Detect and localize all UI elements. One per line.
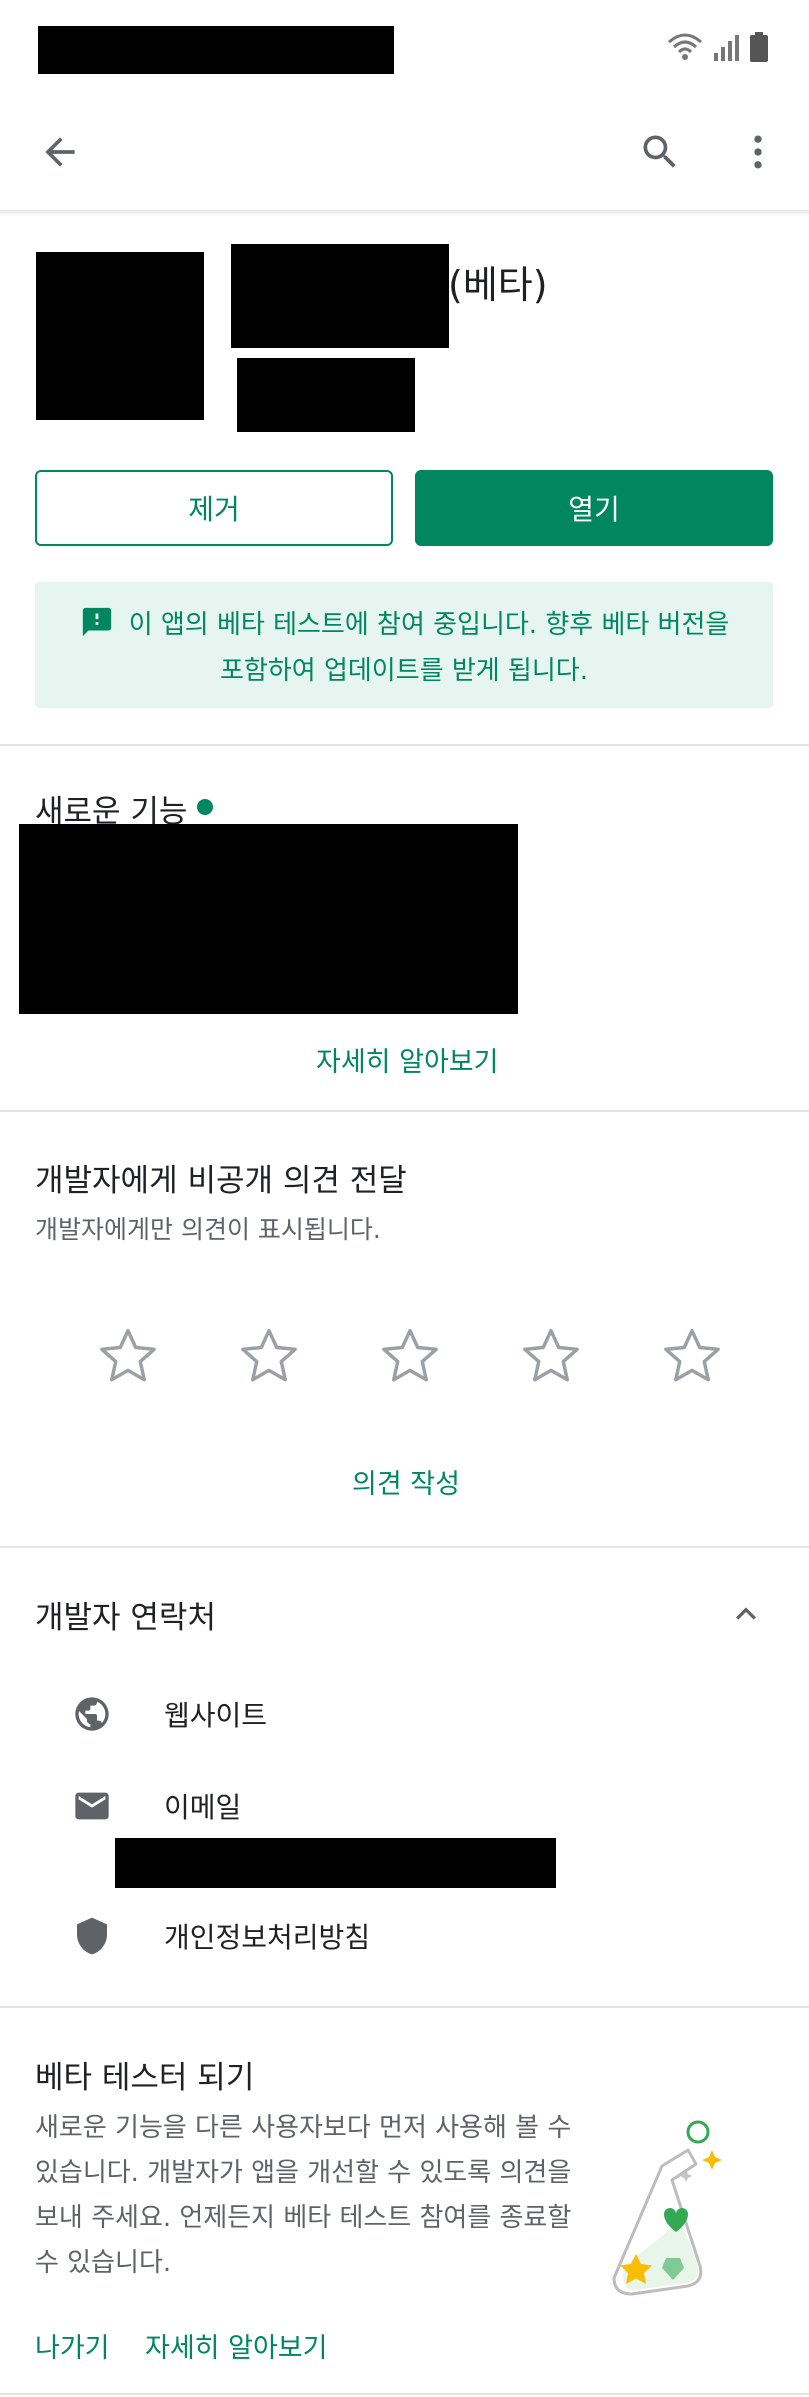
beta-banner-line2: 포함하여 업데이트를 받게 됩니다. [220,656,588,686]
star-outline-icon [664,1328,720,1382]
divider [0,2006,809,2008]
divider [0,2393,809,2395]
write-feedback-link[interactable]: 의견 작성 [352,1462,460,1501]
divider [0,744,809,746]
beta-participation-banner: 이 앱의 베타 테스트에 참여 중입니다. 향후 베타 버전을 포함하여 업데이… [35,582,773,708]
status-icons [667,32,769,66]
beta-learn-more-link[interactable]: 자세히 알아보기 [145,2326,327,2365]
shield-icon [70,1914,114,1958]
email-address-redacted [115,1838,556,1888]
contact-email-item[interactable]: 이메일 [70,1778,241,1834]
more-vert-icon [754,135,762,169]
leave-beta-link[interactable]: 나가기 [35,2326,110,2365]
star-rating[interactable] [90,1318,730,1394]
toolbar-shadow [0,210,809,216]
remove-button[interactable]: 제거 [35,470,393,546]
whats-new-learn-more-link[interactable]: 자세히 알아보기 [316,1040,498,1079]
developer-name-redacted [237,358,415,432]
status-bar-redacted [38,26,394,74]
collapse-section-button[interactable] [722,1590,770,1638]
divider [0,1546,809,1548]
star-3-button[interactable] [372,1318,448,1394]
app-title-redacted [231,244,449,348]
mail-icon [70,1784,114,1828]
contact-website-item[interactable]: 웹사이트 [70,1686,267,1742]
star-outline-icon [382,1328,438,1382]
star-1-button[interactable] [90,1318,166,1394]
more-options-button[interactable] [730,124,786,180]
beta-banner-line1: 이 앱의 베타 테스트에 참여 중입니다. 향후 베타 버전을 [128,610,730,640]
divider [0,1110,809,1112]
back-button[interactable] [32,124,88,180]
star-2-button[interactable] [231,1318,307,1394]
feedback-title: 개발자에게 비공개 의견 전달 [35,1163,407,1199]
feedback-subtitle: 개발자에게만 의견이 표시됩니다. [35,1215,381,1244]
beta-flask-illustration [604,2116,734,2306]
star-5-button[interactable] [654,1318,730,1394]
beta-tester-description: 새로운 기능을 다른 사용자보다 먼저 사용해 볼 수 있습니다. 개발자가 앱… [35,2113,572,2278]
beta-tester-title: 베타 테스터 되기 [35,2060,255,2096]
star-outline-icon [523,1328,579,1382]
contact-website-label: 웹사이트 [164,1699,268,1732]
feedback-icon [79,605,115,639]
star-4-button[interactable] [513,1318,589,1394]
developer-contact-title: 개발자 연락처 [35,1600,216,1636]
new-indicator-dot [197,799,213,815]
battery-icon [749,32,769,66]
toolbar [0,96,809,212]
contact-privacy-policy-label: 개인정보처리방침 [164,1921,371,1954]
open-button[interactable]: 열기 [415,470,773,546]
signal-icon [713,33,739,65]
chevron-up-icon [736,1607,756,1620]
arrow-back-icon [45,137,75,167]
globe-icon [70,1692,114,1736]
wifi-icon [667,32,703,66]
star-outline-icon [100,1328,156,1382]
contact-privacy-policy-item[interactable]: 개인정보처리방침 [70,1908,370,1964]
search-button[interactable] [632,124,688,180]
star-outline-icon [241,1328,297,1382]
app-icon-redacted [36,252,204,420]
beta-banner-message: 이 앱의 베타 테스트에 참여 중입니다. 향후 베타 버전을 포함하여 업데이… [55,602,753,694]
beta-suffix: (베타) [448,263,548,307]
whats-new-content-redacted [19,824,518,1014]
search-icon [643,135,676,168]
contact-email-label: 이메일 [164,1791,242,1824]
